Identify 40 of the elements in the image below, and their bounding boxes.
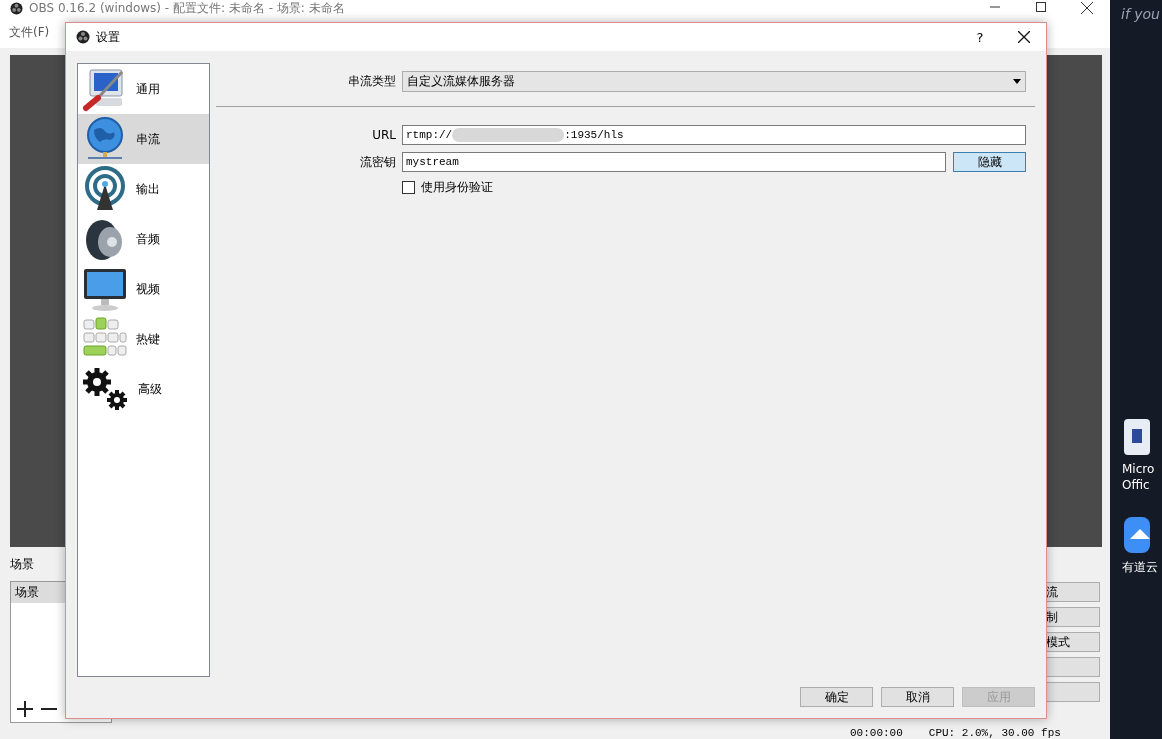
stream-key-label: 流密钥 [359, 153, 396, 171]
document-app-icon [1122, 417, 1150, 457]
stream-type-dropdown[interactable]: 自定义流媒体服务器 [402, 71, 1026, 92]
control-button[interactable]: 模式 [1045, 632, 1100, 652]
cpu-status: CPU: 2.0%, 30.00 fps [928, 727, 1061, 739]
url-field[interactable]: rtmp:// :1935/hls [402, 125, 1026, 145]
category-item[interactable]: 高级 [78, 364, 209, 414]
category-item[interactable]: 音频 [78, 214, 209, 264]
dialog-button[interactable]: 取消 [881, 687, 954, 707]
antenna-signal-icon [82, 166, 128, 212]
category-item[interactable]: 视频 [78, 264, 209, 314]
category-item[interactable]: 热键 [78, 314, 209, 364]
add-icon[interactable] [17, 701, 33, 718]
category-item[interactable]: 输出 [78, 164, 209, 214]
app-tile-icon [1122, 515, 1150, 555]
control-button[interactable]: 制 [1045, 607, 1100, 627]
category-item[interactable]: 通用 [78, 64, 209, 114]
app-logo-icon [10, 1, 23, 15]
banner-text: if you [1121, 6, 1160, 22]
window-title: OBS 0.16.2 (windows) - 配置文件: 未命名 - 场景: 未命名 [29, 0, 345, 17]
dropdown-caret-icon [1013, 79, 1021, 84]
url-label: URL [371, 128, 396, 142]
app-logo-icon [76, 30, 90, 44]
category-item[interactable]: 串流 [78, 114, 209, 164]
auth-label: 使用身份验证 [421, 179, 493, 196]
stream-type-label: 串流类型 [347, 73, 396, 90]
desktop-icon-label[interactable]: Micro Offic [1122, 461, 1162, 493]
desktop-icon-label[interactable]: 有道云 [1122, 559, 1162, 575]
gears-icon [82, 366, 130, 412]
dialog-title: 设置 [96, 28, 120, 46]
control-button[interactable]: 流 [1045, 582, 1100, 602]
checkbox[interactable] [402, 181, 415, 194]
dialog-button[interactable]: 确定 [800, 687, 873, 707]
scenes-label: 场景 [10, 556, 35, 573]
help-button[interactable]: ? [958, 29, 1002, 45]
menu-item[interactable]: 文件(F) [9, 23, 50, 41]
stream-time: 00:00:00 [850, 727, 903, 739]
stream-key-field[interactable]: mystream [402, 152, 946, 172]
hide-button[interactable]: 隐藏 [953, 152, 1026, 172]
monitor-icon [82, 266, 128, 312]
